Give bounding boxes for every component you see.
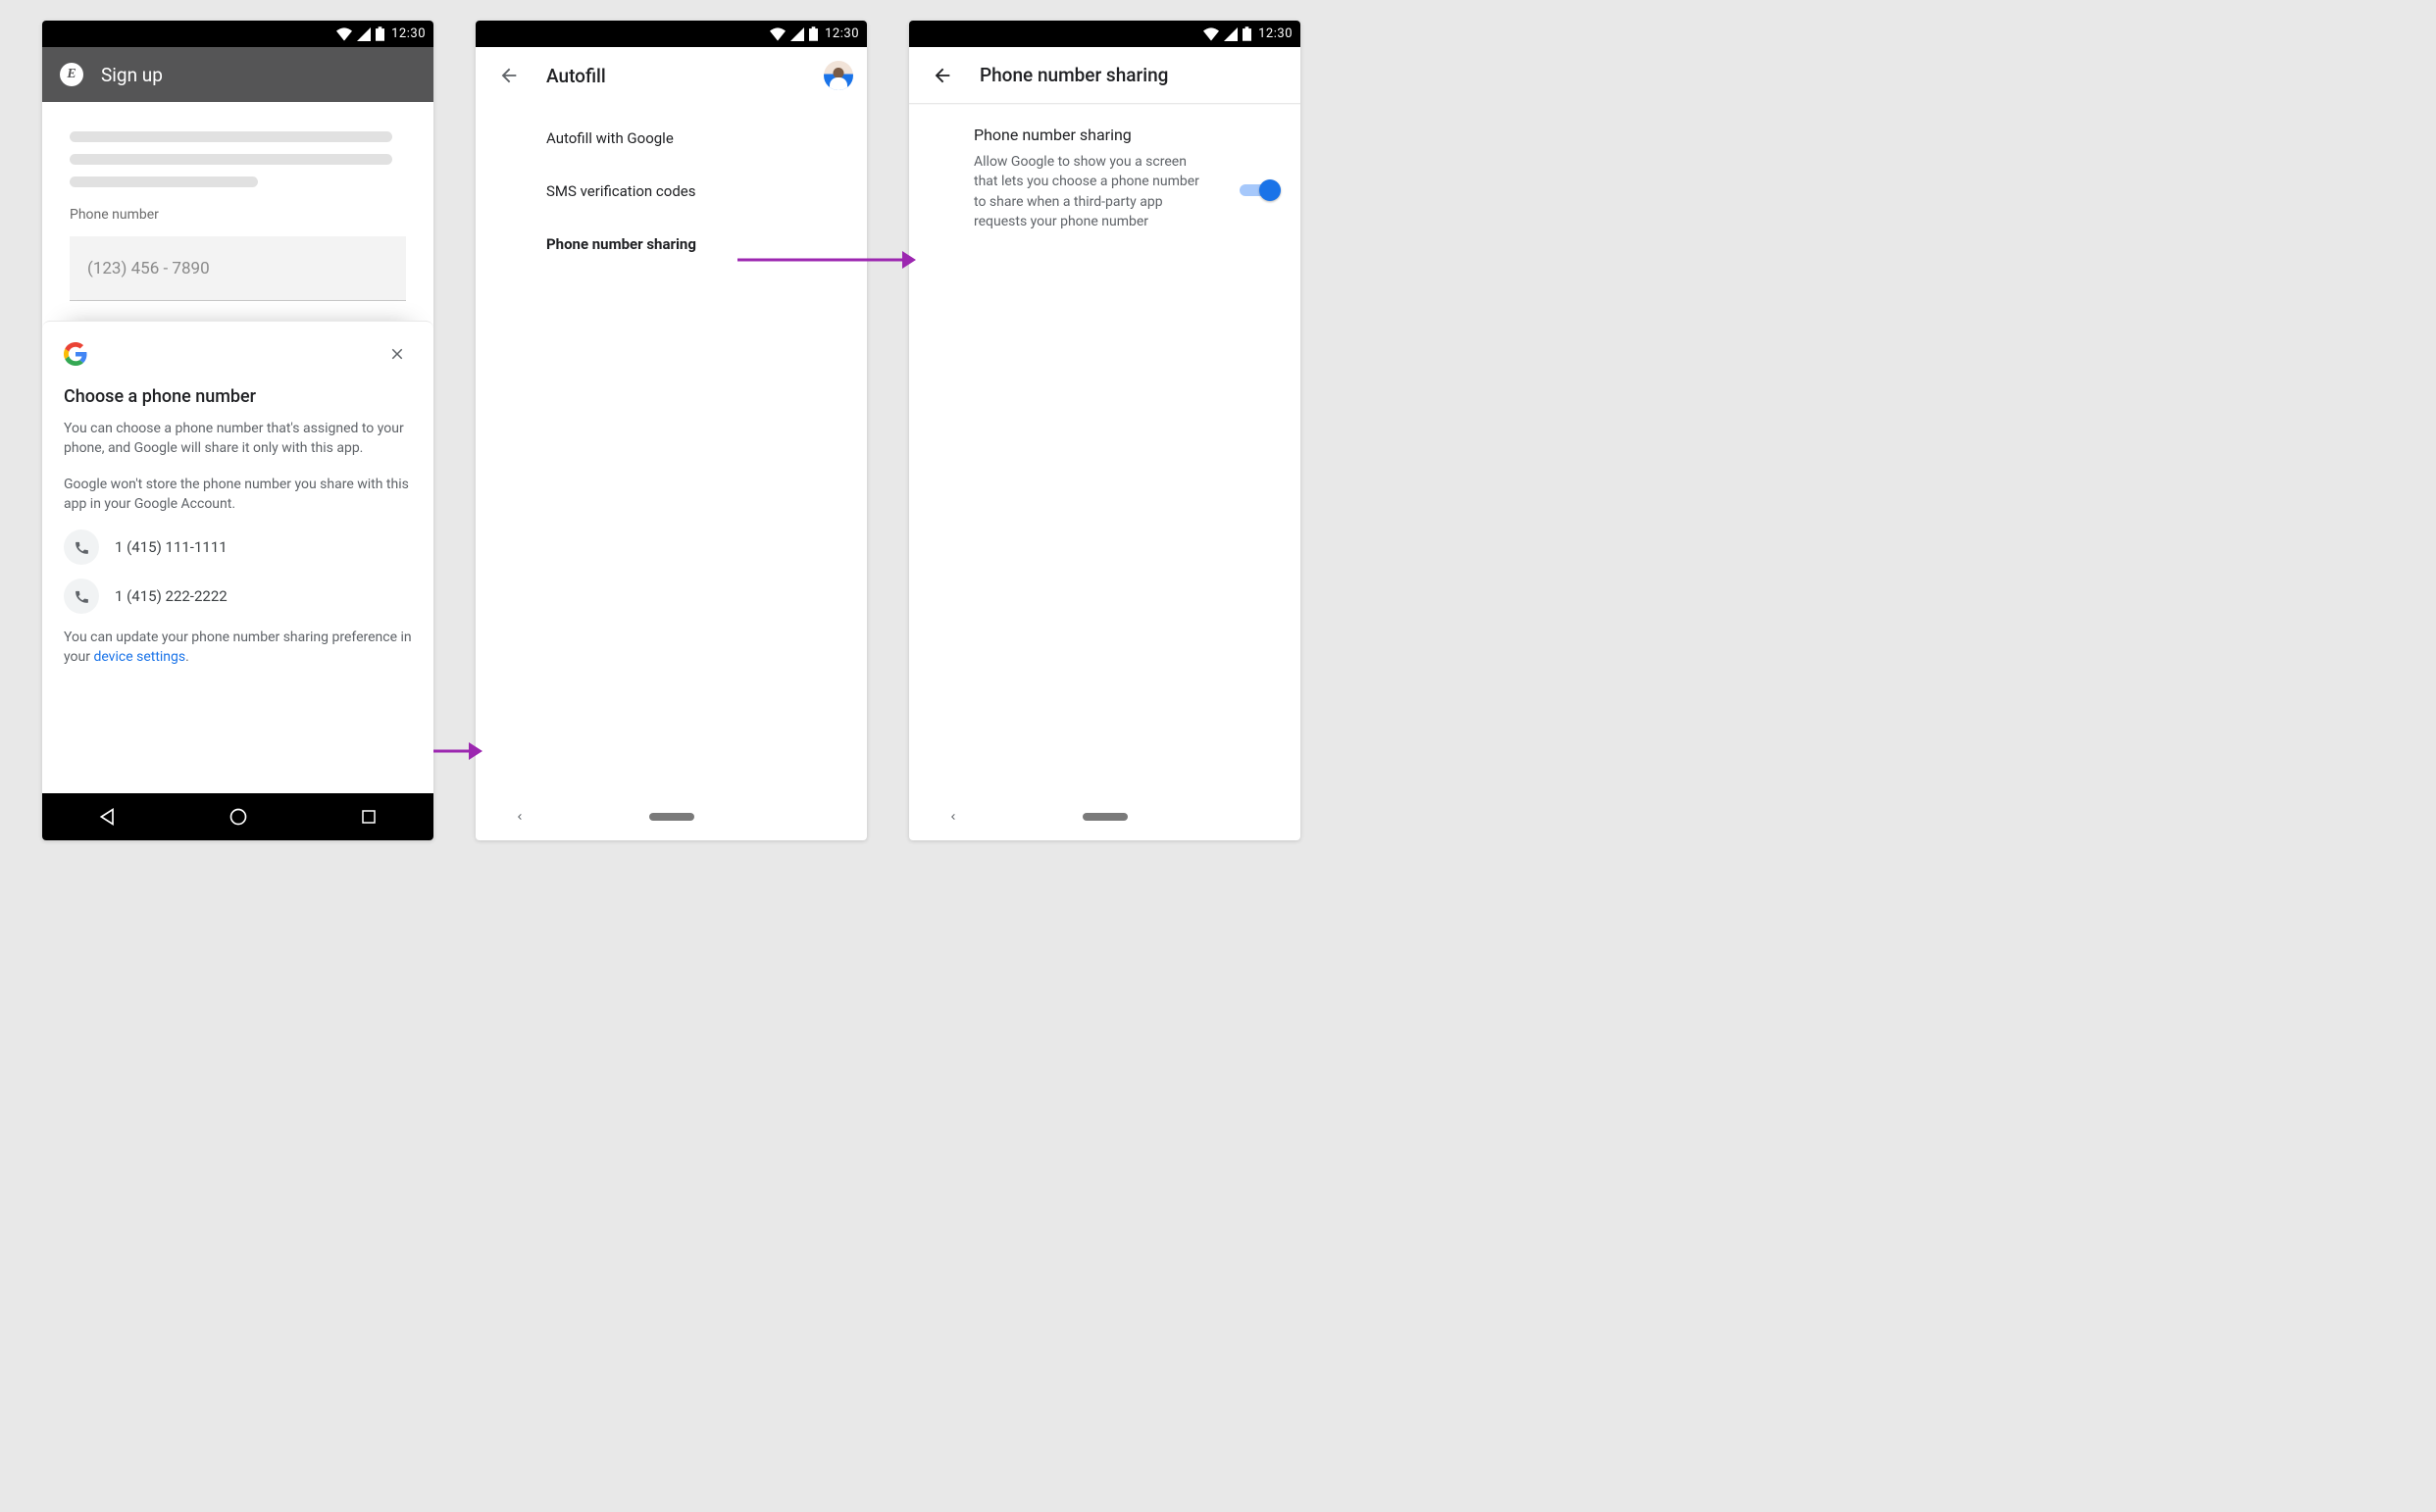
nav-back-button[interactable] — [505, 802, 534, 832]
list-item-autofill-google[interactable]: Autofill with Google — [476, 112, 867, 165]
phone-number-option[interactable]: 1 (415) 111-1111 — [64, 529, 412, 565]
phone-number-placeholder: (123) 456 - 7890 — [87, 259, 210, 278]
phone-icon — [64, 579, 99, 614]
wifi-icon — [336, 27, 352, 41]
phone-number-value: 1 (415) 222-2222 — [115, 587, 228, 605]
status-bar: 12:30 — [909, 21, 1300, 47]
settings-list: Autofill with Google SMS verification co… — [476, 104, 867, 271]
battery-icon — [1243, 26, 1251, 41]
phone-screen-autofill: 12:30 Autofill Autofill with Google SMS … — [476, 21, 867, 840]
battery-icon — [809, 26, 818, 41]
status-bar: 12:30 — [476, 21, 867, 47]
cellular-icon — [1224, 27, 1238, 41]
nav-back-button[interactable] — [939, 802, 968, 832]
close-button[interactable] — [382, 339, 412, 369]
app-title: Autofill — [546, 65, 606, 87]
nav-home-pill[interactable] — [1083, 813, 1128, 821]
nav-home-pill[interactable] — [649, 813, 694, 821]
phone-number-option[interactable]: 1 (415) 222-2222 — [64, 579, 412, 614]
app-bar: Phone number sharing — [909, 47, 1300, 104]
wifi-icon — [1203, 27, 1219, 41]
setting-row-phone-sharing[interactable]: Phone number sharing Allow Google to sho… — [909, 104, 1300, 253]
phone-screen-phone-sharing: 12:30 Phone number sharing Phone number … — [909, 21, 1300, 840]
close-icon — [388, 345, 406, 363]
phone-field-label: Phone number — [70, 207, 406, 223]
cellular-icon — [357, 27, 371, 41]
setting-description: Allow Google to show you a screen that l… — [974, 152, 1199, 231]
skeleton-line — [70, 154, 392, 165]
app-bar: E Sign up — [42, 47, 433, 102]
phone-number-value: 1 (415) 111-1111 — [115, 538, 228, 556]
system-nav-bar — [42, 793, 433, 840]
nav-recent-icon[interactable] — [360, 808, 378, 826]
battery-icon — [376, 26, 384, 41]
phone-icon — [64, 529, 99, 565]
back-arrow-icon — [498, 65, 520, 86]
chevron-left-icon — [514, 811, 526, 823]
list-item-phone-sharing[interactable]: Phone number sharing — [476, 218, 867, 271]
status-time: 12:30 — [1258, 26, 1293, 41]
wifi-icon — [770, 27, 786, 41]
app-title: Sign up — [101, 64, 163, 86]
setting-title: Phone number sharing — [974, 126, 1226, 144]
sheet-paragraph: You can choose a phone number that's ass… — [64, 419, 412, 459]
google-logo-icon — [64, 342, 87, 366]
back-button[interactable] — [489, 56, 529, 95]
sheet-footer-text: You can update your phone number sharing… — [64, 628, 412, 668]
phone-picker-sheet: Choose a phone number You can choose a p… — [42, 321, 433, 793]
app-logo-icon: E — [60, 63, 83, 86]
back-button[interactable] — [923, 56, 962, 95]
phone-number-input[interactable]: (123) 456 - 7890 — [70, 236, 406, 301]
status-time: 12:30 — [825, 26, 859, 41]
status-time: 12:30 — [391, 26, 426, 41]
form-body: Phone number (123) 456 - 7890 — [42, 102, 433, 301]
back-arrow-icon — [932, 65, 953, 86]
device-settings-link[interactable]: device settings — [93, 649, 185, 665]
app-title: Phone number sharing — [980, 64, 1168, 86]
status-bar: 12:30 — [42, 21, 433, 47]
skeleton-line — [70, 131, 392, 142]
chevron-left-icon — [947, 811, 959, 823]
nav-home-icon[interactable] — [228, 807, 248, 827]
list-item-sms-codes[interactable]: SMS verification codes — [476, 165, 867, 218]
app-bar: Autofill — [476, 47, 867, 104]
account-avatar[interactable] — [824, 61, 853, 90]
system-nav-bar — [476, 793, 867, 840]
phone-sharing-toggle[interactable] — [1240, 179, 1279, 201]
sheet-paragraph: Google won't store the phone number you … — [64, 475, 412, 515]
cellular-icon — [790, 27, 804, 41]
sheet-title: Choose a phone number — [64, 386, 412, 407]
nav-back-icon[interactable] — [98, 807, 118, 827]
phone-screen-signup: 12:30 E Sign up Phone number (123) 456 -… — [42, 21, 433, 840]
footer-text-post: . — [185, 649, 189, 665]
system-nav-bar — [909, 793, 1300, 840]
skeleton-line — [70, 176, 258, 187]
